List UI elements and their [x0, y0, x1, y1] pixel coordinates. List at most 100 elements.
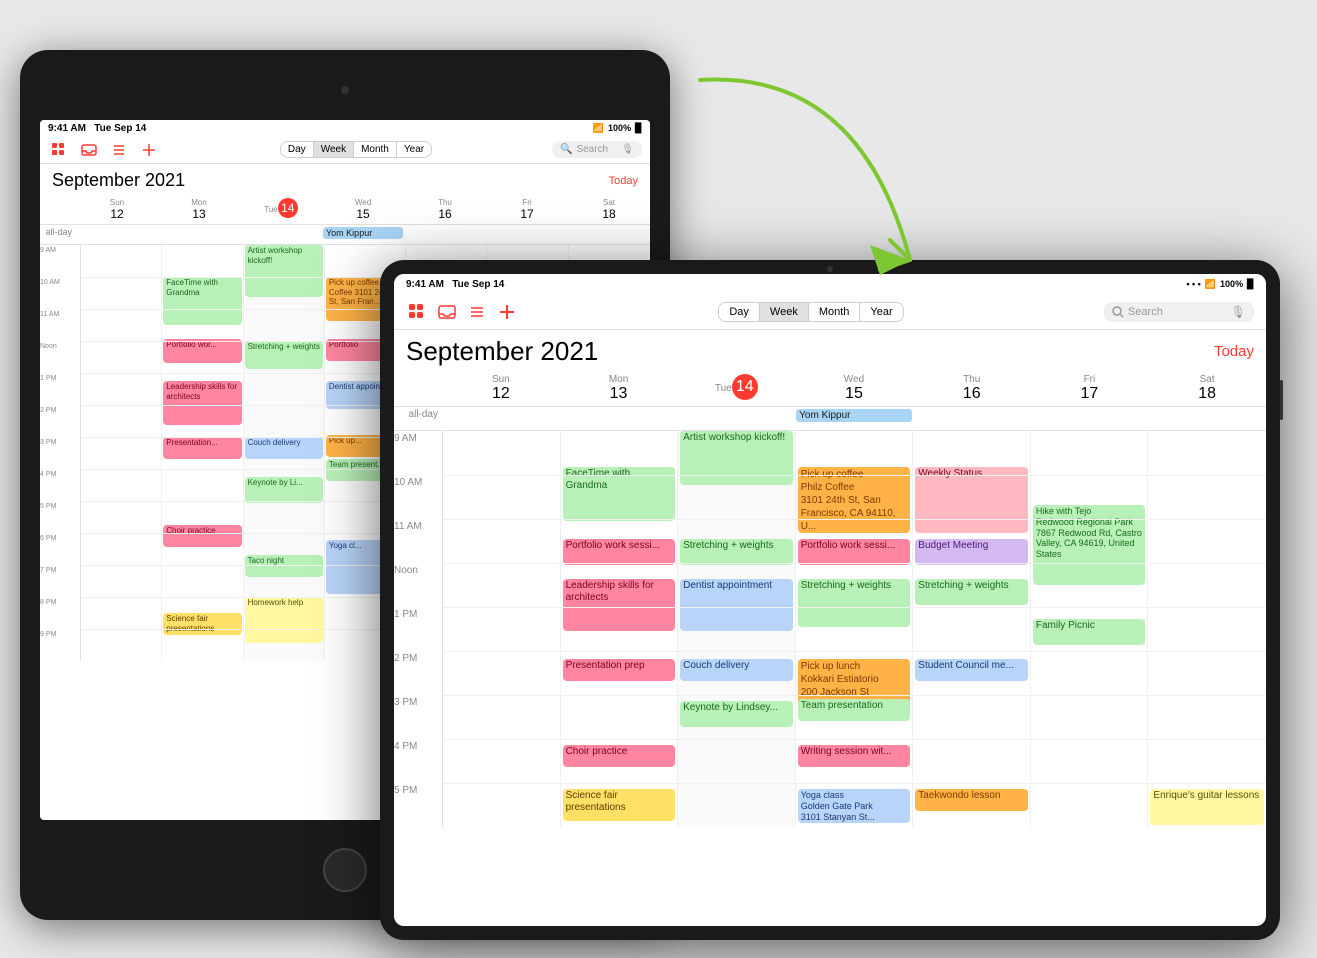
- search-icon-large: [1112, 306, 1124, 318]
- hike-large[interactable]: Hike with TejoRedwood Regional Park7867 …: [1033, 505, 1146, 585]
- list-icon[interactable]: [108, 139, 130, 161]
- status-time-small: 9:41 AM Tue Sep 14: [48, 123, 146, 134]
- sciencefair-large[interactable]: Science fair presentations: [563, 789, 676, 821]
- search-box-small[interactable]: 🔍 Search 🎙: [552, 141, 642, 158]
- picnic-large[interactable]: Family Picnic: [1033, 619, 1146, 645]
- portfolio-work-large[interactable]: Portfolio work sessi...: [563, 539, 676, 565]
- grid-icon-large[interactable]: [406, 301, 428, 323]
- time-2pm-small: 2 PM: [40, 405, 80, 437]
- day-header-sat-small: Sat18: [568, 195, 650, 224]
- allday-row-small: all-day Yom Kippur: [40, 225, 650, 245]
- battery-icon: 100%: [608, 123, 631, 133]
- dots-icon: • • •: [1186, 279, 1200, 289]
- time-7pm-small: 7 PM: [40, 565, 80, 597]
- mic-icon-small: 🎙: [621, 144, 634, 155]
- col-tue-large: Artist workshop kickoff! Stretching + we…: [678, 431, 796, 827]
- battery-bar-icon: ▉: [635, 123, 642, 134]
- time-1pm-large: 1 PM: [394, 607, 442, 651]
- col-mon-small: FaceTime with Grandma Portfolio wor... L…: [162, 245, 243, 661]
- stretching-large[interactable]: Stretching + weights: [680, 539, 793, 565]
- stretching3-large[interactable]: Stretching + weights: [915, 579, 1028, 605]
- homework-event-small[interactable]: Homework help: [245, 597, 323, 643]
- view-switcher-small[interactable]: Day Week Month Year: [280, 141, 432, 158]
- day-btn-small[interactable]: Day: [281, 142, 314, 157]
- today-btn-large[interactable]: Today: [1214, 343, 1254, 360]
- leadership-event-small[interactable]: Leadership skills for architects: [163, 381, 241, 425]
- presentation-large[interactable]: Presentation prep: [563, 659, 676, 681]
- stretching2-large[interactable]: Stretching + weights: [798, 579, 911, 627]
- grid-icon[interactable]: [48, 139, 70, 161]
- couch-event-small[interactable]: Couch delivery: [245, 437, 323, 459]
- portfolio-event-small[interactable]: Portfolio wor...: [163, 339, 241, 363]
- day-header-mon-large: Mon13: [560, 371, 678, 406]
- time-11am-small: 11 AM: [40, 309, 80, 341]
- col-fri-large: Hike with TejoRedwood Regional Park7867 …: [1031, 431, 1149, 827]
- day-header-thu-small: Thu16: [404, 195, 486, 224]
- day-header-fri-small: Fri17: [486, 195, 568, 224]
- time-10am-large: 10 AM: [394, 475, 442, 519]
- sciencefair-event-small[interactable]: Science fair presentations: [163, 613, 241, 635]
- col-sun-large: [443, 431, 561, 827]
- week-btn-small[interactable]: Week: [314, 142, 354, 157]
- portfolio2-large[interactable]: Portfolio work sessi...: [798, 539, 911, 565]
- dentist-large[interactable]: Dentist appointment: [680, 579, 793, 631]
- home-button-small[interactable]: [323, 848, 367, 892]
- list-icon-large[interactable]: [466, 301, 488, 323]
- choir-large[interactable]: Choir practice: [563, 745, 676, 767]
- day-header-thu-large: Thu16: [913, 371, 1031, 406]
- day-header-wed-small: Wed15: [322, 195, 404, 224]
- status-icons-small: 📶 100% ▉: [593, 123, 642, 134]
- time-labels-small: 9 AM 10 AM 11 AM Noon 1 PM 2 PM 3 PM 4 P…: [40, 245, 80, 820]
- inbox-icon-large[interactable]: [436, 301, 458, 323]
- team-present-large[interactable]: Team presentation: [798, 699, 911, 721]
- time-9pm-small: 9 PM: [40, 629, 80, 661]
- keynote-large[interactable]: Keynote by Lindsey...: [680, 701, 793, 727]
- search-box-large[interactable]: Search 🎙: [1104, 302, 1254, 322]
- yoga-large[interactable]: Yoga classGolden Gate Park3101 Stanyan S…: [798, 789, 911, 823]
- time-labels-large: 9 AM 10 AM 11 AM Noon 1 PM 2 PM 3 PM 4 P…: [394, 431, 442, 926]
- presentation-event-small[interactable]: Presentation...: [163, 437, 241, 459]
- taco-event-small[interactable]: Taco night: [245, 555, 323, 577]
- pickup-coffee-large[interactable]: Pick up coffeePhilz Coffee3101 24th St, …: [798, 467, 911, 533]
- weekly-large[interactable]: Weekly Status: [915, 467, 1028, 533]
- time-grid-large: 9 AM 10 AM 11 AM Noon 1 PM 2 PM 3 PM 4 P…: [394, 431, 1266, 926]
- yom-kippur-event-small[interactable]: Yom Kippur: [323, 227, 403, 239]
- time-5pm-large: 5 PM: [394, 783, 442, 827]
- student-large[interactable]: Student Council me...: [915, 659, 1028, 681]
- allday-label-small: all-day: [40, 225, 76, 244]
- toolbar-small: Day Week Month Year 🔍 Search 🎙: [40, 136, 650, 164]
- taekwondo-large[interactable]: Taekwondo lesson: [915, 789, 1028, 811]
- workshop-event-small[interactable]: Artist workshop kickoff!: [245, 245, 323, 297]
- choir-event-small[interactable]: Choir practice: [163, 525, 241, 547]
- year-btn-small[interactable]: Year: [397, 142, 431, 157]
- today-btn-small[interactable]: Today: [609, 175, 638, 187]
- time-8pm-small: 8 PM: [40, 597, 80, 629]
- day-header-tue-large: Tue14: [677, 371, 795, 406]
- month-header-small: September 2021 Today: [40, 164, 650, 195]
- day-header-row-small: Sun12 Mon13 Tue14 Wed15 Thu16 Fri17 Sat1…: [40, 195, 650, 225]
- add-icon[interactable]: [138, 139, 160, 161]
- inbox-icon[interactable]: [78, 139, 100, 161]
- search-text-large: Search: [1128, 306, 1163, 318]
- wifi-icon-large: 📶: [1205, 279, 1216, 290]
- facetime-large[interactable]: FaceTime with Grandma: [563, 467, 676, 521]
- facetime-event-small[interactable]: FaceTime with Grandma: [163, 277, 241, 325]
- couch-large[interactable]: Couch delivery: [680, 659, 793, 681]
- day-header-mon-small: Mon13: [158, 195, 240, 224]
- status-time-large: 9:41 AM Tue Sep 14: [406, 279, 504, 290]
- time-noon-large: Noon: [394, 563, 442, 607]
- budget-large[interactable]: Budget Meeting: [915, 539, 1028, 565]
- camera-small: [341, 86, 349, 94]
- workshop-large[interactable]: Artist workshop kickoff!: [680, 431, 793, 485]
- leadership-large[interactable]: Leadership skills for architects: [563, 579, 676, 631]
- keynote-event-small[interactable]: Keynote by Li...: [245, 477, 323, 503]
- battery-text-large: 100%: [1220, 279, 1243, 289]
- add-icon-large[interactable]: [496, 301, 518, 323]
- writing-large[interactable]: Writing session wit...: [798, 745, 911, 767]
- month-btn-small[interactable]: Month: [354, 142, 397, 157]
- guitar-large[interactable]: Enrique's guitar lessons: [1150, 789, 1264, 825]
- day-header-tue-small: Tue14: [240, 195, 322, 224]
- side-button-large: [1280, 380, 1283, 420]
- yom-kippur-event-large[interactable]: Yom Kippur: [796, 409, 912, 422]
- stretching-event-small[interactable]: Stretching + weights: [245, 341, 323, 369]
